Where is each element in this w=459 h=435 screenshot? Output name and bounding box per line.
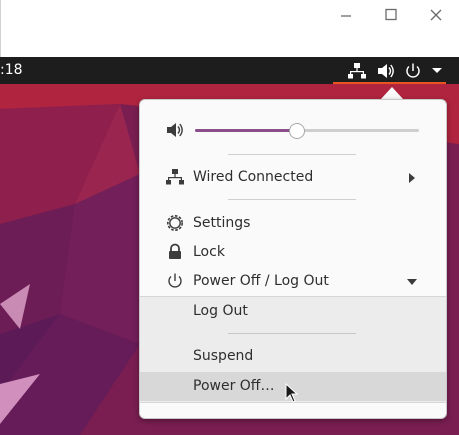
chevron-down-icon — [407, 279, 417, 285]
power-indicator[interactable] — [404, 57, 422, 84]
system-menu: Wired Connected Settings Lock Power Off … — [139, 99, 447, 419]
separator — [228, 333, 356, 334]
close-button[interactable] — [426, 6, 446, 26]
power-icon — [406, 63, 420, 78]
menu-pointer — [381, 87, 403, 99]
volume-indicator[interactable] — [377, 57, 395, 84]
suspend-label: Suspend — [193, 348, 254, 364]
lock-icon — [169, 243, 181, 259]
top-panel: :18 — [0, 57, 459, 84]
log-out-item[interactable]: Log Out — [140, 297, 446, 326]
lock-item[interactable]: Lock — [140, 241, 446, 265]
close-icon — [430, 9, 442, 21]
dropdown-arrow-icon — [432, 68, 442, 73]
power-icon — [168, 273, 182, 288]
settings-item[interactable]: Settings — [140, 212, 446, 236]
clock[interactable]: :18 — [0, 62, 23, 78]
power-off-log-out-item[interactable]: Power Off / Log Out — [140, 270, 446, 294]
separator — [228, 154, 356, 155]
power-off-log-out-label: Power Off / Log Out — [193, 273, 329, 289]
wired-connection-label: Wired Connected — [193, 169, 314, 185]
maximize-icon — [385, 8, 397, 21]
minimize-button[interactable] — [336, 6, 356, 26]
volume-slider-fill — [195, 129, 296, 132]
mouse-cursor-icon — [285, 383, 299, 403]
network-wired-icon — [166, 169, 184, 185]
suspend-item[interactable]: Suspend — [140, 342, 446, 371]
power-off-label: Power Off… — [193, 378, 275, 394]
volume-slider[interactable] — [195, 123, 419, 139]
system-menu-arrow[interactable] — [430, 57, 444, 84]
settings-label: Settings — [193, 215, 251, 231]
volume-slider-handle[interactable] — [288, 123, 305, 139]
network-wired-icon — [348, 63, 366, 79]
log-out-label: Log Out — [193, 303, 248, 319]
gear-icon — [167, 215, 183, 231]
window-titlebar — [0, 0, 459, 57]
submenu-arrow-icon — [409, 173, 415, 183]
lock-label: Lock — [193, 244, 225, 260]
volume-row — [140, 118, 446, 142]
separator — [228, 199, 356, 200]
volume-icon — [378, 64, 394, 78]
volume-icon — [167, 123, 183, 137]
network-indicator[interactable] — [348, 57, 366, 84]
wired-connection-item[interactable]: Wired Connected — [140, 166, 446, 190]
minimize-icon — [341, 15, 351, 17]
maximize-button[interactable] — [381, 6, 401, 26]
